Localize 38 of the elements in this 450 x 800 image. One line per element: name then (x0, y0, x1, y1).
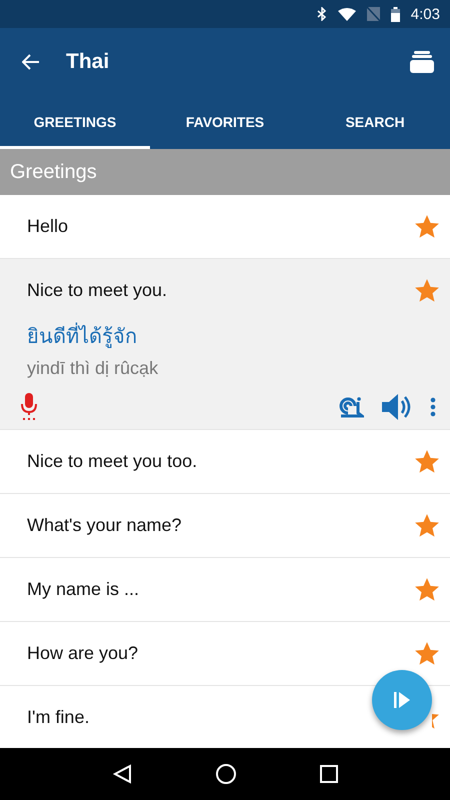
recents-icon[interactable] (320, 765, 338, 783)
tab[interactable]: FAVORITES (150, 95, 300, 149)
star-icon[interactable] (414, 576, 440, 602)
play-icon (393, 691, 411, 709)
phrase-text: Nice to meet you too. (27, 451, 198, 472)
phrase-row[interactable]: What's your name? (0, 494, 450, 558)
romanization: yindī thì dị rûcạk (27, 358, 160, 379)
star-icon[interactable] (414, 640, 440, 666)
phrase-text: How are you? (27, 643, 140, 664)
more-icon[interactable] (430, 397, 436, 417)
wifi-icon (338, 8, 356, 20)
star-icon[interactable] (414, 448, 440, 474)
section-header: Greetings (0, 149, 450, 195)
thai-translation: ยินดีที่ได้รู้จัก (27, 320, 440, 352)
phrase-text: Nice to meet you. (27, 280, 168, 301)
back-arrow-icon (22, 54, 40, 70)
phrase-row[interactable]: Nice to meet you too. (0, 430, 450, 494)
bluetooth-icon (316, 7, 327, 21)
back-icon[interactable] (112, 764, 132, 784)
speaker-icon[interactable] (382, 393, 412, 421)
battery-icon (390, 6, 400, 22)
snail-icon[interactable] (339, 396, 364, 418)
home-icon[interactable] (214, 763, 237, 785)
star-icon[interactable] (414, 214, 440, 240)
star-icon[interactable] (414, 278, 440, 304)
star-icon[interactable] (414, 512, 440, 538)
phrase-text: I'm fine. (27, 707, 90, 728)
phrase-text: Hello (27, 216, 70, 237)
microphone-icon[interactable] (21, 393, 37, 421)
screen-title: Thai (66, 50, 110, 74)
phrase-text: What's your name? (27, 515, 183, 536)
stack-icon (410, 50, 434, 72)
play-button[interactable] (372, 670, 432, 730)
phrase-row[interactable]: Nice to meet you. ยินดีที่ได้รู้จัก yindī thì dị rûcạk (0, 259, 450, 430)
phrase-text: My name is ... (27, 579, 140, 600)
phrase-row[interactable]: My name is ... (0, 558, 450, 622)
tab[interactable]: SEARCH (300, 95, 450, 149)
clock-time: 4:03 (410, 6, 440, 22)
